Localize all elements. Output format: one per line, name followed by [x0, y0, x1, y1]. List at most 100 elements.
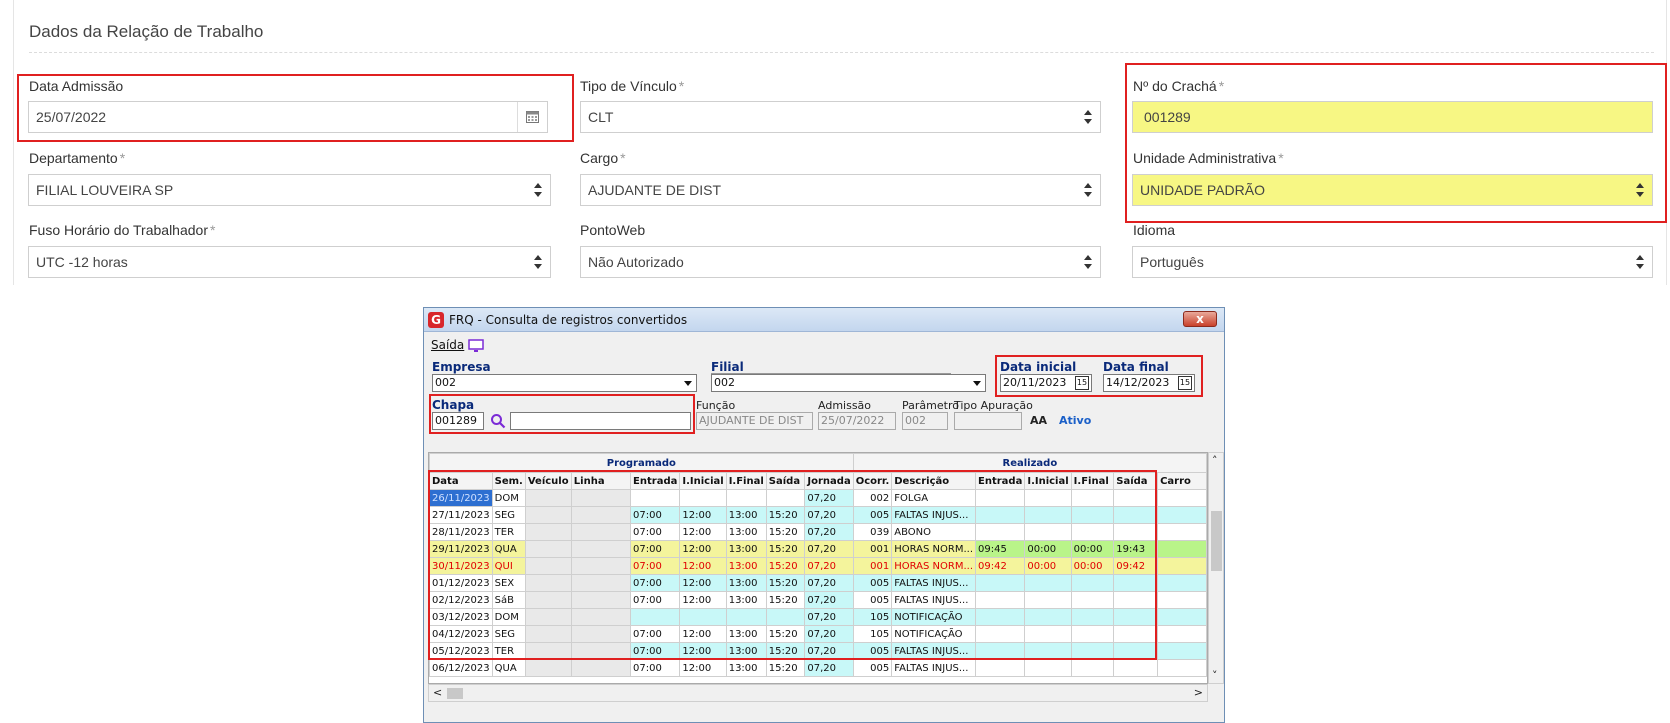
unidade-administrativa-select[interactable]: UNIDADE PADRÃO — [1132, 174, 1653, 206]
table-cell[interactable]: 15:20 — [765, 540, 806, 558]
column-header[interactable]: Entrada — [630, 472, 681, 490]
table-cell[interactable] — [1113, 574, 1159, 592]
table-cell[interactable] — [1113, 659, 1159, 677]
font-size-icon[interactable]: AA — [1030, 414, 1047, 427]
table-cell[interactable] — [975, 523, 1026, 541]
table-cell[interactable]: 07:00 — [630, 591, 681, 609]
table-row[interactable]: 06/12/2023 QUA 07:00 12:00 13:00 15:20 07,20 00… — [429, 659, 1207, 677]
table-row[interactable]: 05/12/2023 TER 07:00 12:00 13:00 15:20 07,20 00… — [429, 642, 1207, 660]
table-cell[interactable]: 13:00 — [725, 591, 767, 609]
table-cell[interactable] — [570, 642, 632, 660]
column-header[interactable]: Sem. — [491, 472, 526, 490]
table-cell[interactable]: 07,20 — [804, 591, 854, 609]
table-cell[interactable]: 07,20 — [804, 574, 854, 592]
table-row[interactable]: 28/11/2023 TER 07:00 12:00 13:00 15:20 07,20 03… — [429, 523, 1207, 541]
table-cell[interactable]: SEG — [491, 625, 526, 643]
table-cell[interactable] — [975, 574, 1026, 592]
scroll-right-icon[interactable]: > — [1194, 686, 1203, 699]
cargo-select[interactable]: AJUDANTE DE DIST — [580, 174, 1101, 206]
search-icon[interactable] — [490, 413, 506, 433]
table-cell[interactable] — [1070, 608, 1115, 626]
table-cell[interactable] — [679, 489, 727, 507]
table-cell[interactable] — [1024, 591, 1072, 609]
calendar-icon[interactable]: 15 — [1075, 376, 1089, 390]
table-cell[interactable] — [570, 523, 632, 541]
column-header[interactable]: Carro — [1157, 472, 1207, 490]
table-cell[interactable] — [1070, 659, 1115, 677]
table-cell[interactable] — [975, 642, 1026, 660]
table-cell[interactable]: 15:20 — [765, 591, 806, 609]
table-cell[interactable] — [975, 659, 1026, 677]
table-cell[interactable] — [1113, 523, 1159, 541]
table-cell[interactable]: 03/12/2023 — [429, 608, 493, 626]
calendar-icon[interactable]: 15 — [1178, 376, 1192, 390]
monitor-icon[interactable] — [468, 338, 484, 357]
table-cell[interactable] — [679, 608, 727, 626]
table-cell[interactable]: 12:00 — [679, 591, 727, 609]
column-header[interactable]: Data — [429, 472, 493, 490]
empresa-select[interactable]: 002 — [432, 374, 697, 392]
table-cell[interactable]: 005 — [852, 659, 893, 677]
table-cell[interactable]: QUA — [491, 659, 526, 677]
table-cell[interactable]: FALTAS INJUS... — [891, 591, 977, 609]
table-cell[interactable]: SEX — [491, 574, 526, 592]
table-cell[interactable] — [630, 489, 681, 507]
table-cell[interactable]: 12:00 — [679, 523, 727, 541]
table-cell[interactable]: 12:00 — [679, 642, 727, 660]
column-header[interactable]: Ocorr. — [852, 472, 893, 490]
table-cell[interactable]: 19:43 — [1113, 540, 1159, 558]
table-cell[interactable]: 12:00 — [679, 506, 727, 524]
table-cell[interactable] — [570, 591, 632, 609]
table-cell[interactable] — [1157, 540, 1207, 558]
table-cell[interactable]: TER — [491, 523, 526, 541]
scroll-down-icon[interactable]: ˅ — [1212, 669, 1218, 682]
column-header[interactable]: I.Final — [725, 472, 767, 490]
column-header[interactable]: Entrada — [975, 472, 1026, 490]
table-cell[interactable] — [524, 642, 572, 660]
data-admissao-input[interactable]: 25/07/2022 — [28, 101, 548, 133]
table-cell[interactable]: 09:42 — [1113, 557, 1159, 575]
table-cell[interactable] — [1024, 523, 1072, 541]
table-cell[interactable] — [1113, 489, 1159, 507]
table-cell[interactable]: 105 — [852, 625, 893, 643]
table-cell[interactable]: 30/11/2023 — [429, 557, 493, 575]
column-header[interactable]: Saída — [1113, 472, 1159, 490]
table-cell[interactable]: 002 — [852, 489, 893, 507]
table-cell[interactable] — [570, 489, 632, 507]
table-cell[interactable]: 02/12/2023 — [429, 591, 493, 609]
data-final-input[interactable]: 14/12/2023 15 — [1103, 374, 1195, 392]
table-cell[interactable]: 13:00 — [725, 574, 767, 592]
table-cell[interactable]: 13:00 — [725, 523, 767, 541]
table-cell[interactable] — [1024, 608, 1072, 626]
table-row[interactable]: 29/11/2023 QUA 07:00 12:00 13:00 15:20 07,20 00… — [429, 540, 1207, 558]
column-header[interactable]: Linha — [570, 472, 632, 490]
table-cell[interactable]: 039 — [852, 523, 893, 541]
pontoweb-select[interactable]: Não Autorizado — [580, 246, 1101, 278]
table-cell[interactable]: 01/12/2023 — [429, 574, 493, 592]
table-cell[interactable] — [524, 591, 572, 609]
table-cell[interactable]: 07:00 — [630, 625, 681, 643]
table-cell[interactable]: 13:00 — [725, 557, 767, 575]
dropdown-arrow-icon[interactable] — [970, 376, 984, 390]
table-cell[interactable] — [1024, 506, 1072, 524]
table-cell[interactable] — [524, 489, 572, 507]
table-cell[interactable] — [1070, 625, 1115, 643]
data-inicial-input[interactable]: 20/11/2023 15 — [1000, 374, 1092, 392]
table-cell[interactable]: DOM — [491, 489, 526, 507]
table-cell[interactable]: TER — [491, 642, 526, 660]
table-cell[interactable] — [975, 506, 1026, 524]
table-cell[interactable] — [975, 489, 1026, 507]
table-row[interactable]: 26/11/2023 DOM 07,20 002 FOLGA — [429, 489, 1207, 507]
horizontal-scrollbar[interactable]: < > — [428, 684, 1208, 702]
table-cell[interactable]: 07,20 — [804, 523, 854, 541]
table-cell[interactable]: 12:00 — [679, 659, 727, 677]
table-cell[interactable] — [570, 506, 632, 524]
table-cell[interactable]: 07,20 — [804, 642, 854, 660]
table-cell[interactable]: 07:00 — [630, 540, 681, 558]
table-cell[interactable] — [570, 557, 632, 575]
tipo-vinculo-select[interactable]: CLT — [580, 101, 1101, 133]
table-cell[interactable] — [1157, 523, 1207, 541]
table-cell[interactable]: QUI — [491, 557, 526, 575]
table-cell[interactable] — [1157, 557, 1207, 575]
table-cell[interactable] — [1070, 591, 1115, 609]
